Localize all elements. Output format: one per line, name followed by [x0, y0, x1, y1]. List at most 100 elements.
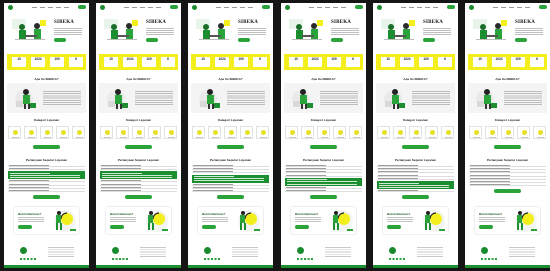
social-icon[interactable]	[20, 258, 36, 260]
social-icon[interactable]	[204, 258, 220, 260]
logo-icon[interactable]	[285, 5, 290, 10]
category-card[interactable]	[393, 126, 406, 139]
all-categories-button[interactable]	[217, 145, 244, 149]
faq-item[interactable]	[469, 168, 546, 171]
faq-item[interactable]	[8, 165, 85, 167]
category-card[interactable]	[100, 126, 113, 139]
category-card[interactable]	[192, 126, 205, 139]
faq-item[interactable]	[100, 190, 177, 192]
nav-links[interactable]	[493, 7, 533, 8]
logo-icon[interactable]	[8, 5, 13, 10]
category-card[interactable]	[24, 126, 37, 139]
nav-login-button[interactable]	[355, 5, 363, 9]
category-card[interactable]	[349, 126, 362, 139]
logo-icon[interactable]	[100, 5, 105, 10]
hero-cta-button[interactable]	[238, 38, 250, 42]
help-contact-button[interactable]	[479, 225, 493, 229]
category-card[interactable]	[132, 126, 145, 139]
logo-icon[interactable]	[377, 5, 382, 10]
faq-item[interactable]	[192, 186, 269, 189]
nav-login-button[interactable]	[539, 5, 547, 9]
category-card[interactable]	[256, 126, 269, 139]
category-card[interactable]	[72, 126, 85, 139]
all-categories-button[interactable]	[33, 145, 60, 149]
faq-more-button[interactable]	[494, 189, 521, 193]
faq-item[interactable]	[8, 190, 85, 192]
faq-item[interactable]	[469, 174, 546, 177]
category-card[interactable]	[164, 126, 177, 139]
faq-item[interactable]	[100, 183, 177, 186]
category-card[interactable]	[333, 126, 346, 139]
category-card[interactable]	[285, 126, 298, 139]
hero-cta-button[interactable]	[515, 38, 527, 42]
category-card[interactable]	[56, 126, 69, 139]
category-card[interactable]	[517, 126, 530, 139]
faq-item[interactable]	[285, 168, 362, 171]
category-card[interactable]	[409, 126, 422, 139]
category-card[interactable]	[116, 126, 129, 139]
category-card[interactable]	[148, 126, 161, 139]
faq-item[interactable]	[192, 183, 269, 186]
category-card[interactable]	[441, 126, 454, 139]
hero-cta-button[interactable]	[423, 38, 435, 42]
nav-links[interactable]	[309, 7, 349, 8]
logo-icon[interactable]	[469, 5, 474, 10]
faq-more-button[interactable]	[310, 195, 337, 199]
category-card[interactable]	[8, 126, 21, 139]
faq-item[interactable]	[377, 171, 454, 174]
logo-icon[interactable]	[192, 5, 197, 10]
faq-item[interactable]	[8, 168, 85, 171]
help-contact-button[interactable]	[387, 225, 401, 229]
faq-item[interactable]	[285, 174, 362, 177]
hero-cta-button[interactable]	[54, 38, 66, 42]
nav-links[interactable]	[124, 7, 164, 8]
nav-login-button[interactable]	[170, 5, 178, 9]
category-card[interactable]	[485, 126, 498, 139]
all-categories-button[interactable]	[125, 145, 152, 149]
faq-item[interactable]	[377, 174, 454, 177]
help-contact-button[interactable]	[295, 225, 309, 229]
faq-item[interactable]	[100, 186, 177, 189]
category-card[interactable]	[208, 126, 221, 139]
faq-item[interactable]	[285, 165, 362, 167]
category-card[interactable]	[317, 126, 330, 139]
faq-item[interactable]	[377, 177, 454, 180]
social-icon[interactable]	[297, 258, 313, 260]
category-card[interactable]	[301, 126, 314, 139]
all-categories-button[interactable]	[402, 145, 429, 149]
faq-item[interactable]	[377, 168, 454, 171]
faq-item[interactable]	[469, 165, 546, 167]
nav-links[interactable]	[216, 7, 256, 8]
faq-item[interactable]	[469, 181, 546, 183]
faq-item[interactable]	[192, 165, 269, 167]
faq-item[interactable]	[469, 184, 546, 187]
faq-item[interactable]	[100, 165, 177, 167]
faq-item-open[interactable]	[285, 177, 362, 186]
faq-item-open[interactable]	[8, 171, 85, 180]
faq-item[interactable]	[377, 165, 454, 167]
faq-more-button[interactable]	[402, 195, 429, 199]
faq-item[interactable]	[377, 190, 454, 192]
category-card[interactable]	[224, 126, 237, 139]
faq-item[interactable]	[8, 180, 85, 183]
help-contact-button[interactable]	[110, 225, 124, 229]
category-card[interactable]	[533, 126, 546, 139]
faq-item-open[interactable]	[100, 171, 177, 180]
category-card[interactable]	[240, 126, 253, 139]
social-icon[interactable]	[481, 258, 497, 260]
category-card[interactable]	[425, 126, 438, 139]
faq-item[interactable]	[285, 190, 362, 192]
faq-item[interactable]	[192, 190, 269, 192]
nav-login-button[interactable]	[78, 5, 86, 9]
category-card[interactable]	[501, 126, 514, 139]
nav-login-button[interactable]	[262, 5, 270, 9]
category-card[interactable]	[377, 126, 390, 139]
faq-item[interactable]	[192, 168, 269, 171]
social-icon[interactable]	[389, 258, 405, 260]
faq-item[interactable]	[8, 183, 85, 186]
faq-item-open[interactable]	[377, 181, 454, 189]
faq-more-button[interactable]	[125, 195, 152, 199]
faq-item[interactable]	[8, 186, 85, 189]
category-card[interactable]	[469, 126, 482, 139]
faq-item[interactable]	[469, 177, 546, 180]
